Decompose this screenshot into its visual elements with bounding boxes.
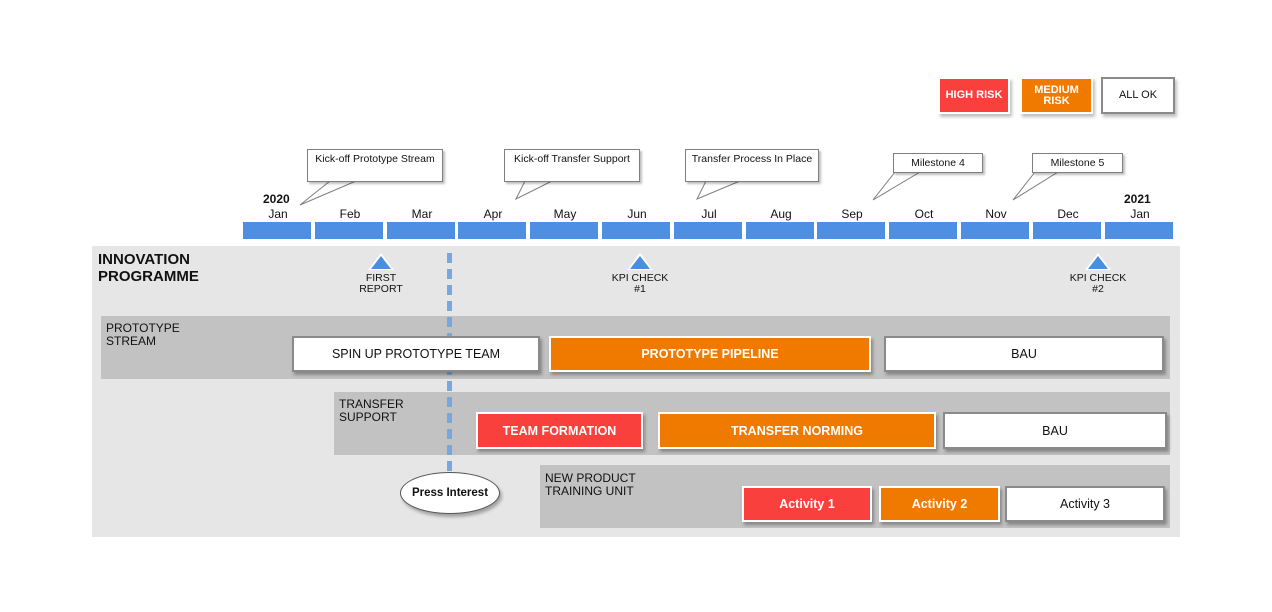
month-label: Dec (1057, 207, 1079, 221)
lane-label: PROTOTYPE STREAM (106, 321, 180, 348)
month-label: Oct (914, 207, 934, 221)
callout-tail-1 (299, 180, 357, 206)
month-label: Jul (701, 207, 717, 221)
month-bar (1033, 222, 1101, 239)
task-activity-3[interactable]: Activity 3 (1005, 486, 1165, 522)
month-bar (602, 222, 670, 239)
month-bar (387, 222, 455, 239)
milestone-label: FIRST REPORT (359, 272, 403, 295)
month-bar (961, 222, 1029, 239)
task-transfer-norming[interactable]: TRANSFER NORMING (658, 412, 936, 449)
task-bau-transfer[interactable]: BAU (943, 412, 1167, 449)
task-activity-1[interactable]: Activity 1 (742, 486, 872, 522)
callout-kickoff-prototype: Kick-off Prototype Stream (307, 149, 443, 182)
month-label: Mar (411, 207, 433, 221)
milestone-triangle-icon (368, 253, 394, 270)
callout-tail-5 (1012, 171, 1060, 201)
milestone-label: KPI CHECK #1 (611, 272, 669, 295)
month-bar (674, 222, 742, 239)
milestone-kpi-check-2: KPI CHECK #2 (1058, 253, 1138, 295)
milestone-first-report: FIRST REPORT (341, 253, 421, 295)
month-label: Feb (339, 207, 361, 221)
lane-label: NEW PRODUCT TRAINING UNIT (545, 471, 636, 498)
task-activity-2[interactable]: Activity 2 (879, 486, 1000, 522)
year-start: 2020 (263, 192, 290, 206)
month-label: Nov (985, 207, 1007, 221)
task-prototype-pipeline[interactable]: PROTOTYPE PIPELINE (549, 336, 871, 372)
legend-medium-risk: MEDIUM RISK (1020, 77, 1093, 114)
month-bar (746, 222, 814, 239)
callout-milestone-5: Milestone 5 (1032, 153, 1123, 173)
programme-title: INNOVATION PROGRAMME (98, 251, 199, 285)
callout-kickoff-transfer: Kick-off Transfer Support (504, 149, 640, 182)
month-label: May (553, 207, 577, 221)
callout-tail-2 (514, 180, 553, 201)
year-end: 2021 (1124, 192, 1151, 206)
event-press-interest[interactable]: Press Interest (400, 472, 500, 514)
month-label: Jan (268, 207, 288, 221)
task-bau-prototype[interactable]: BAU (884, 336, 1164, 372)
legend-high-risk: HIGH RISK (938, 77, 1010, 114)
month-bar (315, 222, 383, 239)
callout-tail-3 (695, 180, 741, 200)
task-team-formation[interactable]: TEAM FORMATION (476, 412, 643, 449)
month-bar (817, 222, 885, 239)
month-label: Jan (1130, 207, 1150, 221)
month-label: Sep (841, 207, 863, 221)
legend-all-ok: ALL OK (1101, 77, 1175, 114)
callout-tail-4 (872, 171, 922, 201)
milestone-triangle-icon (627, 253, 653, 270)
lane-label: TRANSFER SUPPORT (339, 397, 404, 424)
callout-milestone-4: Milestone 4 (893, 153, 983, 173)
month-label: Jun (627, 207, 647, 221)
month-bar (243, 222, 311, 239)
month-label: Aug (770, 207, 792, 221)
callout-transfer-process: Transfer Process In Place (685, 149, 819, 182)
month-label: Apr (483, 207, 503, 221)
month-bar (530, 222, 598, 239)
month-bar (458, 222, 526, 239)
milestone-triangle-icon (1085, 253, 1111, 270)
milestone-kpi-check-1: KPI CHECK #1 (600, 253, 680, 295)
milestone-label: KPI CHECK #2 (1069, 272, 1127, 295)
month-bar (1105, 222, 1173, 239)
month-bar (889, 222, 957, 239)
task-spin-up-prototype-team[interactable]: SPIN UP PROTOTYPE TEAM (292, 336, 540, 372)
